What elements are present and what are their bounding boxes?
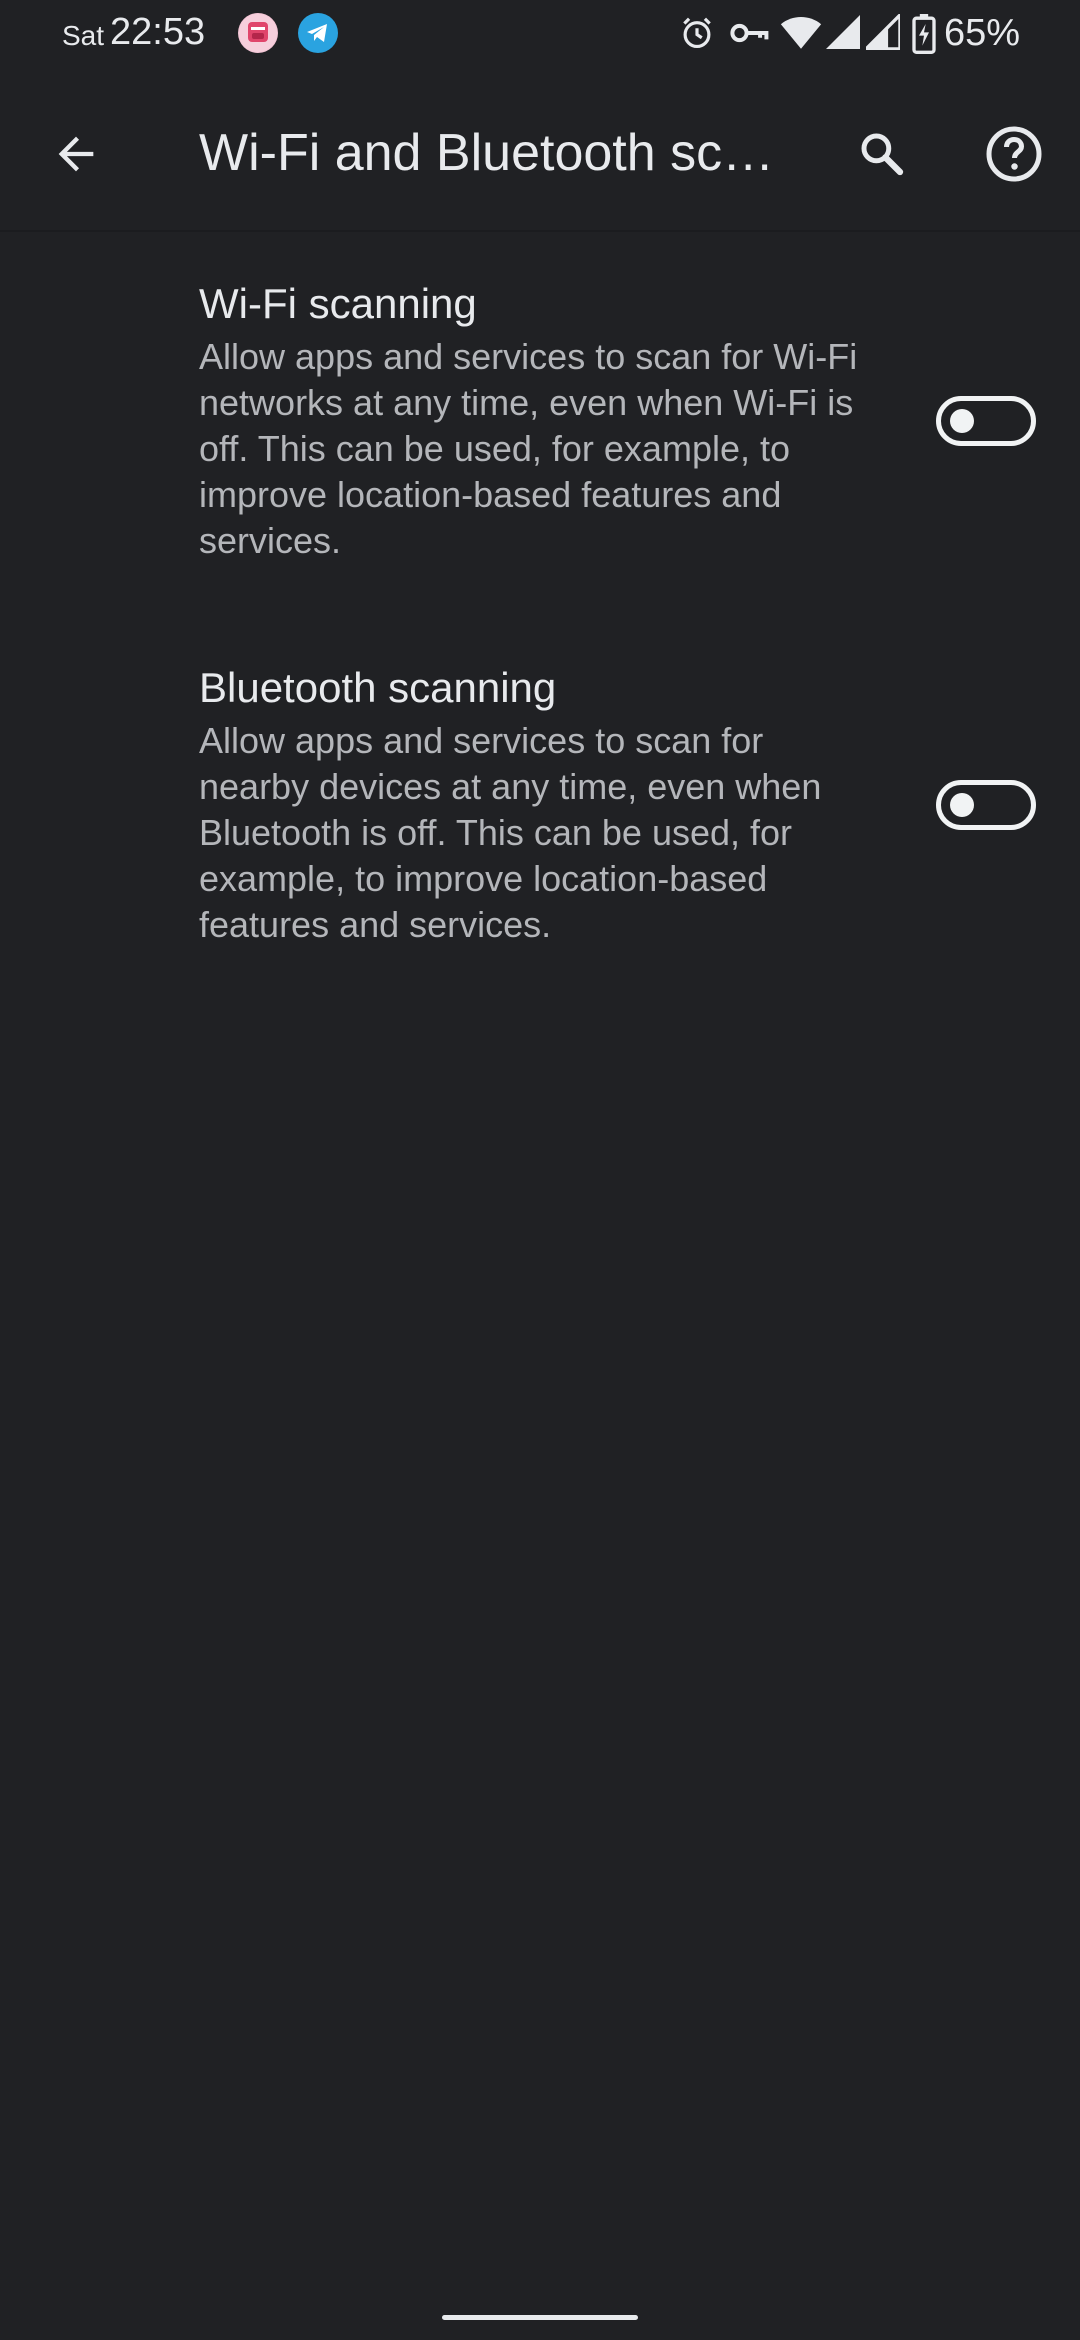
app-bar: Wi-Fi and Bluetooth sc… (0, 66, 1080, 230)
bluetooth-scanning-title: Bluetooth scanning (199, 664, 557, 711)
signal-icon (866, 14, 900, 50)
arrow-back-icon (58, 136, 94, 172)
app-bar-divider (0, 230, 1080, 232)
toggle-thumb (950, 409, 974, 433)
telegram-icon (298, 13, 338, 53)
page-title: Wi-Fi and Bluetooth sc… (199, 124, 775, 182)
pink-app-icon (238, 13, 278, 53)
battery-percent: 65% (944, 12, 1021, 54)
status-time: 22:53 (110, 11, 206, 53)
wifi-scanning-text: Wi-Fi scanning Allow apps and services t… (199, 278, 879, 564)
status-day: Sat (62, 20, 105, 51)
bluetooth-scanning-row[interactable]: Bluetooth scanning Allow apps and servic… (0, 654, 1080, 964)
vpn-key-icon (730, 23, 769, 43)
help-icon (986, 126, 1042, 182)
bluetooth-scanning-summary: Allow apps and services to scan for near… (199, 720, 822, 945)
wifi-scanning-title: Wi-Fi scanning (199, 280, 477, 327)
wifi-scanning-row[interactable]: Wi-Fi scanning Allow apps and services t… (0, 270, 1080, 580)
toggle-thumb (950, 793, 974, 817)
wifi-icon (780, 17, 822, 49)
alarm-icon (683, 17, 711, 49)
back-button[interactable] (36, 114, 116, 194)
help-button[interactable] (972, 112, 1056, 196)
gesture-nav-handle[interactable] (442, 2315, 638, 2320)
status-bar: Sat 22:53 65% (0, 0, 1080, 66)
search-button[interactable] (840, 112, 924, 196)
signal-icon (826, 15, 860, 49)
battery-charging-icon (912, 14, 936, 54)
settings-screen: Sat 22:53 65% Wi-Fi and Bluetooth sc… Wi… (0, 0, 1080, 2340)
bluetooth-scanning-toggle[interactable] (936, 780, 1036, 830)
wifi-scanning-toggle[interactable] (936, 396, 1036, 446)
search-icon (861, 133, 904, 176)
wifi-scanning-summary: Allow apps and services to scan for Wi-F… (199, 336, 858, 561)
bluetooth-scanning-text: Bluetooth scanning Allow apps and servic… (199, 662, 879, 948)
